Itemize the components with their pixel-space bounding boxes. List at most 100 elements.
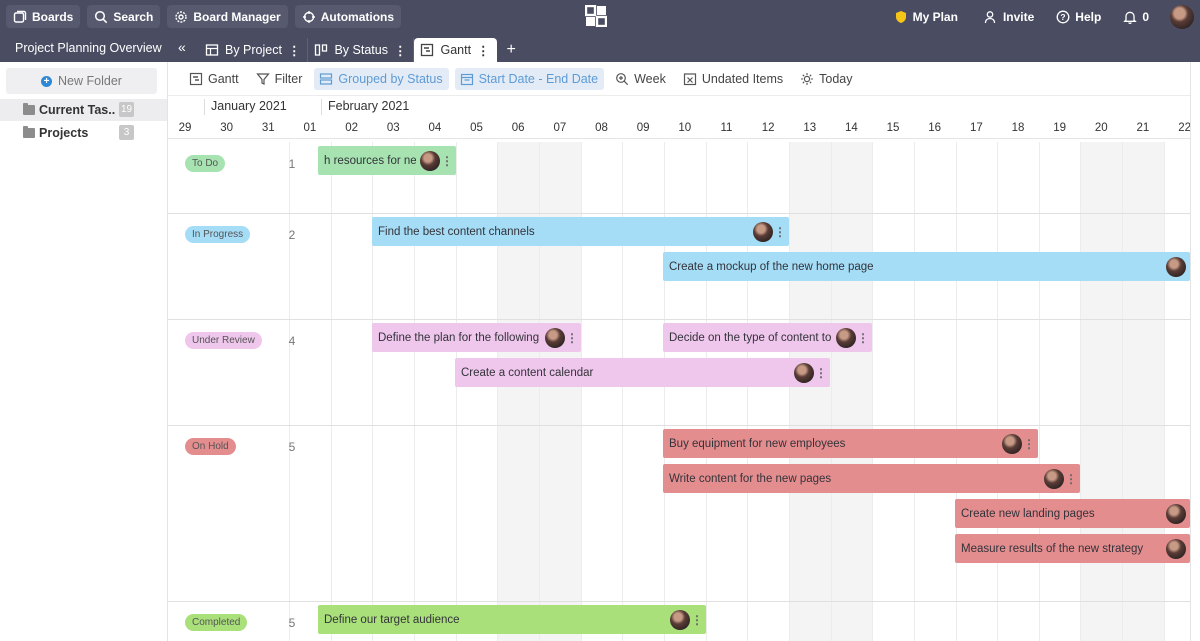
- day-label: 19: [1053, 122, 1067, 134]
- undated-items-button[interactable]: Undated Items: [678, 68, 789, 90]
- task-more-icon[interactable]: ⋮: [565, 331, 579, 345]
- task-name: Create a content calendar: [461, 366, 594, 379]
- task-bar[interactable]: Buy equipment for new employees ⋮: [663, 429, 1038, 458]
- invite-button[interactable]: Invite: [977, 5, 1041, 28]
- filter-button[interactable]: Filter: [251, 68, 309, 90]
- task-bar[interactable]: Define our target audience ⋮: [318, 605, 706, 634]
- sidebar-item-current-tasks[interactable]: Current Tas... 19: [0, 99, 167, 121]
- assignee-avatar[interactable]: [753, 221, 773, 242]
- day-gridline: [1163, 142, 1165, 641]
- weekend-column: [788, 142, 831, 641]
- task-name: Decide on the type of content to u: [669, 331, 832, 344]
- task-bar[interactable]: Create a content calendar ⋮: [455, 358, 830, 387]
- task-more-icon[interactable]: ⋮: [690, 613, 704, 627]
- task-more-icon[interactable]: ⋮: [1022, 437, 1036, 451]
- tab-by-project[interactable]: By Project ⋮: [199, 38, 309, 62]
- status-badge[interactable]: Completed: [185, 614, 248, 631]
- notifications-button[interactable]: 0: [1116, 5, 1156, 28]
- add-tab-icon[interactable]: +: [497, 38, 526, 62]
- gantt-view-button[interactable]: Gantt: [184, 68, 245, 90]
- app-logo-icon[interactable]: [585, 5, 607, 27]
- gantt-toolbar: Gantt Filter Grouped by Status Start Dat…: [168, 62, 1190, 96]
- group-count: 4: [288, 334, 296, 348]
- collapse-sidebar-icon[interactable]: «: [178, 39, 186, 55]
- assignee-avatar[interactable]: [545, 327, 565, 348]
- assignee-avatar[interactable]: [1166, 256, 1186, 277]
- automations-button[interactable]: Automations: [294, 5, 402, 28]
- search-button[interactable]: Search: [87, 5, 161, 28]
- task-more-icon[interactable]: ⋮: [1064, 472, 1078, 486]
- sidebar-item-projects[interactable]: Projects 3: [0, 122, 167, 144]
- status-badge[interactable]: In Progress: [185, 226, 251, 243]
- my-plan-button[interactable]: My Plan: [887, 5, 965, 28]
- task-bar[interactable]: Define the plan for the following m ⋮: [372, 323, 581, 352]
- tab-more-icon[interactable]: ⋮: [477, 43, 489, 58]
- assignee-avatar[interactable]: [670, 609, 690, 630]
- board-manager-button[interactable]: Board Manager: [167, 5, 288, 28]
- group-divider: [168, 319, 1190, 320]
- task-bar[interactable]: Find the best content channels ⋮: [372, 217, 789, 246]
- task-bar[interactable]: Create a mockup of the new home page: [663, 252, 1190, 281]
- tab-more-icon[interactable]: ⋮: [288, 43, 300, 58]
- new-folder-button[interactable]: + New Folder: [6, 68, 157, 94]
- automations-icon: [302, 10, 315, 23]
- scrollbar[interactable]: [1190, 62, 1200, 641]
- day-gridline: [289, 142, 291, 641]
- task-name: Create a mockup of the new home page: [669, 260, 874, 273]
- day-label: 11: [720, 122, 733, 134]
- status-badge[interactable]: On Hold: [185, 438, 236, 455]
- month-label: January 2021: [204, 99, 287, 115]
- task-more-icon[interactable]: ⋮: [814, 366, 828, 380]
- task-bar[interactable]: Measure results of the new strategy: [955, 534, 1190, 563]
- day-label: 29: [178, 122, 192, 134]
- assignee-avatar[interactable]: [1002, 433, 1022, 454]
- group-count: 5: [288, 616, 296, 630]
- day-label: 15: [886, 122, 900, 134]
- task-more-icon[interactable]: ⋮: [856, 331, 870, 345]
- sun-icon: [801, 72, 814, 85]
- folder-count-badge: 3: [119, 125, 134, 140]
- weekend-column: [1080, 142, 1123, 641]
- assignee-avatar[interactable]: [836, 327, 856, 348]
- day-label: 31: [261, 122, 275, 134]
- task-bar[interactable]: h resources for new ⋮: [318, 146, 456, 175]
- shield-icon: [895, 10, 906, 23]
- help-button[interactable]: ? Help: [1049, 5, 1108, 28]
- assignee-avatar[interactable]: [1166, 538, 1186, 559]
- boards-label: Boards: [32, 9, 74, 24]
- assignee-avatar[interactable]: [1166, 503, 1186, 524]
- assignee-avatar[interactable]: [1044, 468, 1064, 489]
- task-more-icon[interactable]: ⋮: [773, 225, 787, 239]
- task-bar[interactable]: Decide on the type of content to u ⋮: [663, 323, 872, 352]
- task-bar[interactable]: Create new landing pages: [955, 499, 1190, 528]
- tab-gantt[interactable]: Gantt ⋮: [414, 38, 497, 62]
- tab-more-icon[interactable]: ⋮: [394, 43, 406, 58]
- today-button[interactable]: Today: [795, 68, 858, 90]
- task-name: h resources for new: [324, 154, 416, 167]
- status-badge[interactable]: Under Review: [185, 332, 262, 349]
- user-avatar[interactable]: [1170, 4, 1194, 29]
- day-label: 06: [511, 122, 525, 134]
- task-bar[interactable]: Write content for the new pages ⋮: [663, 464, 1080, 493]
- help-icon: ?: [1056, 10, 1070, 23]
- assignee-avatar[interactable]: [420, 150, 440, 171]
- undated-calendar-icon: [683, 72, 696, 85]
- group-icon: [320, 72, 333, 85]
- notification-count: 0: [1142, 9, 1149, 24]
- day-gridline: [872, 142, 874, 641]
- date-range-button[interactable]: Start Date - End Date: [454, 67, 605, 90]
- gantt-icon: [189, 72, 203, 85]
- assignee-avatar[interactable]: [794, 362, 814, 383]
- week-zoom-button[interactable]: Week: [610, 68, 672, 90]
- status-badge[interactable]: To Do: [185, 155, 226, 172]
- task-more-icon[interactable]: ⋮: [440, 154, 454, 168]
- group-by-button[interactable]: Grouped by Status: [314, 67, 449, 90]
- day-gridline: [1080, 142, 1082, 641]
- tab-by-status[interactable]: By Status ⋮: [308, 38, 415, 62]
- day-label: 16: [928, 122, 942, 134]
- plus-icon: +: [41, 75, 53, 87]
- day-label: 10: [678, 122, 692, 134]
- user-plus-icon: [984, 10, 996, 23]
- boards-button[interactable]: Boards: [6, 5, 81, 28]
- task-name: Find the best content channels: [378, 225, 535, 238]
